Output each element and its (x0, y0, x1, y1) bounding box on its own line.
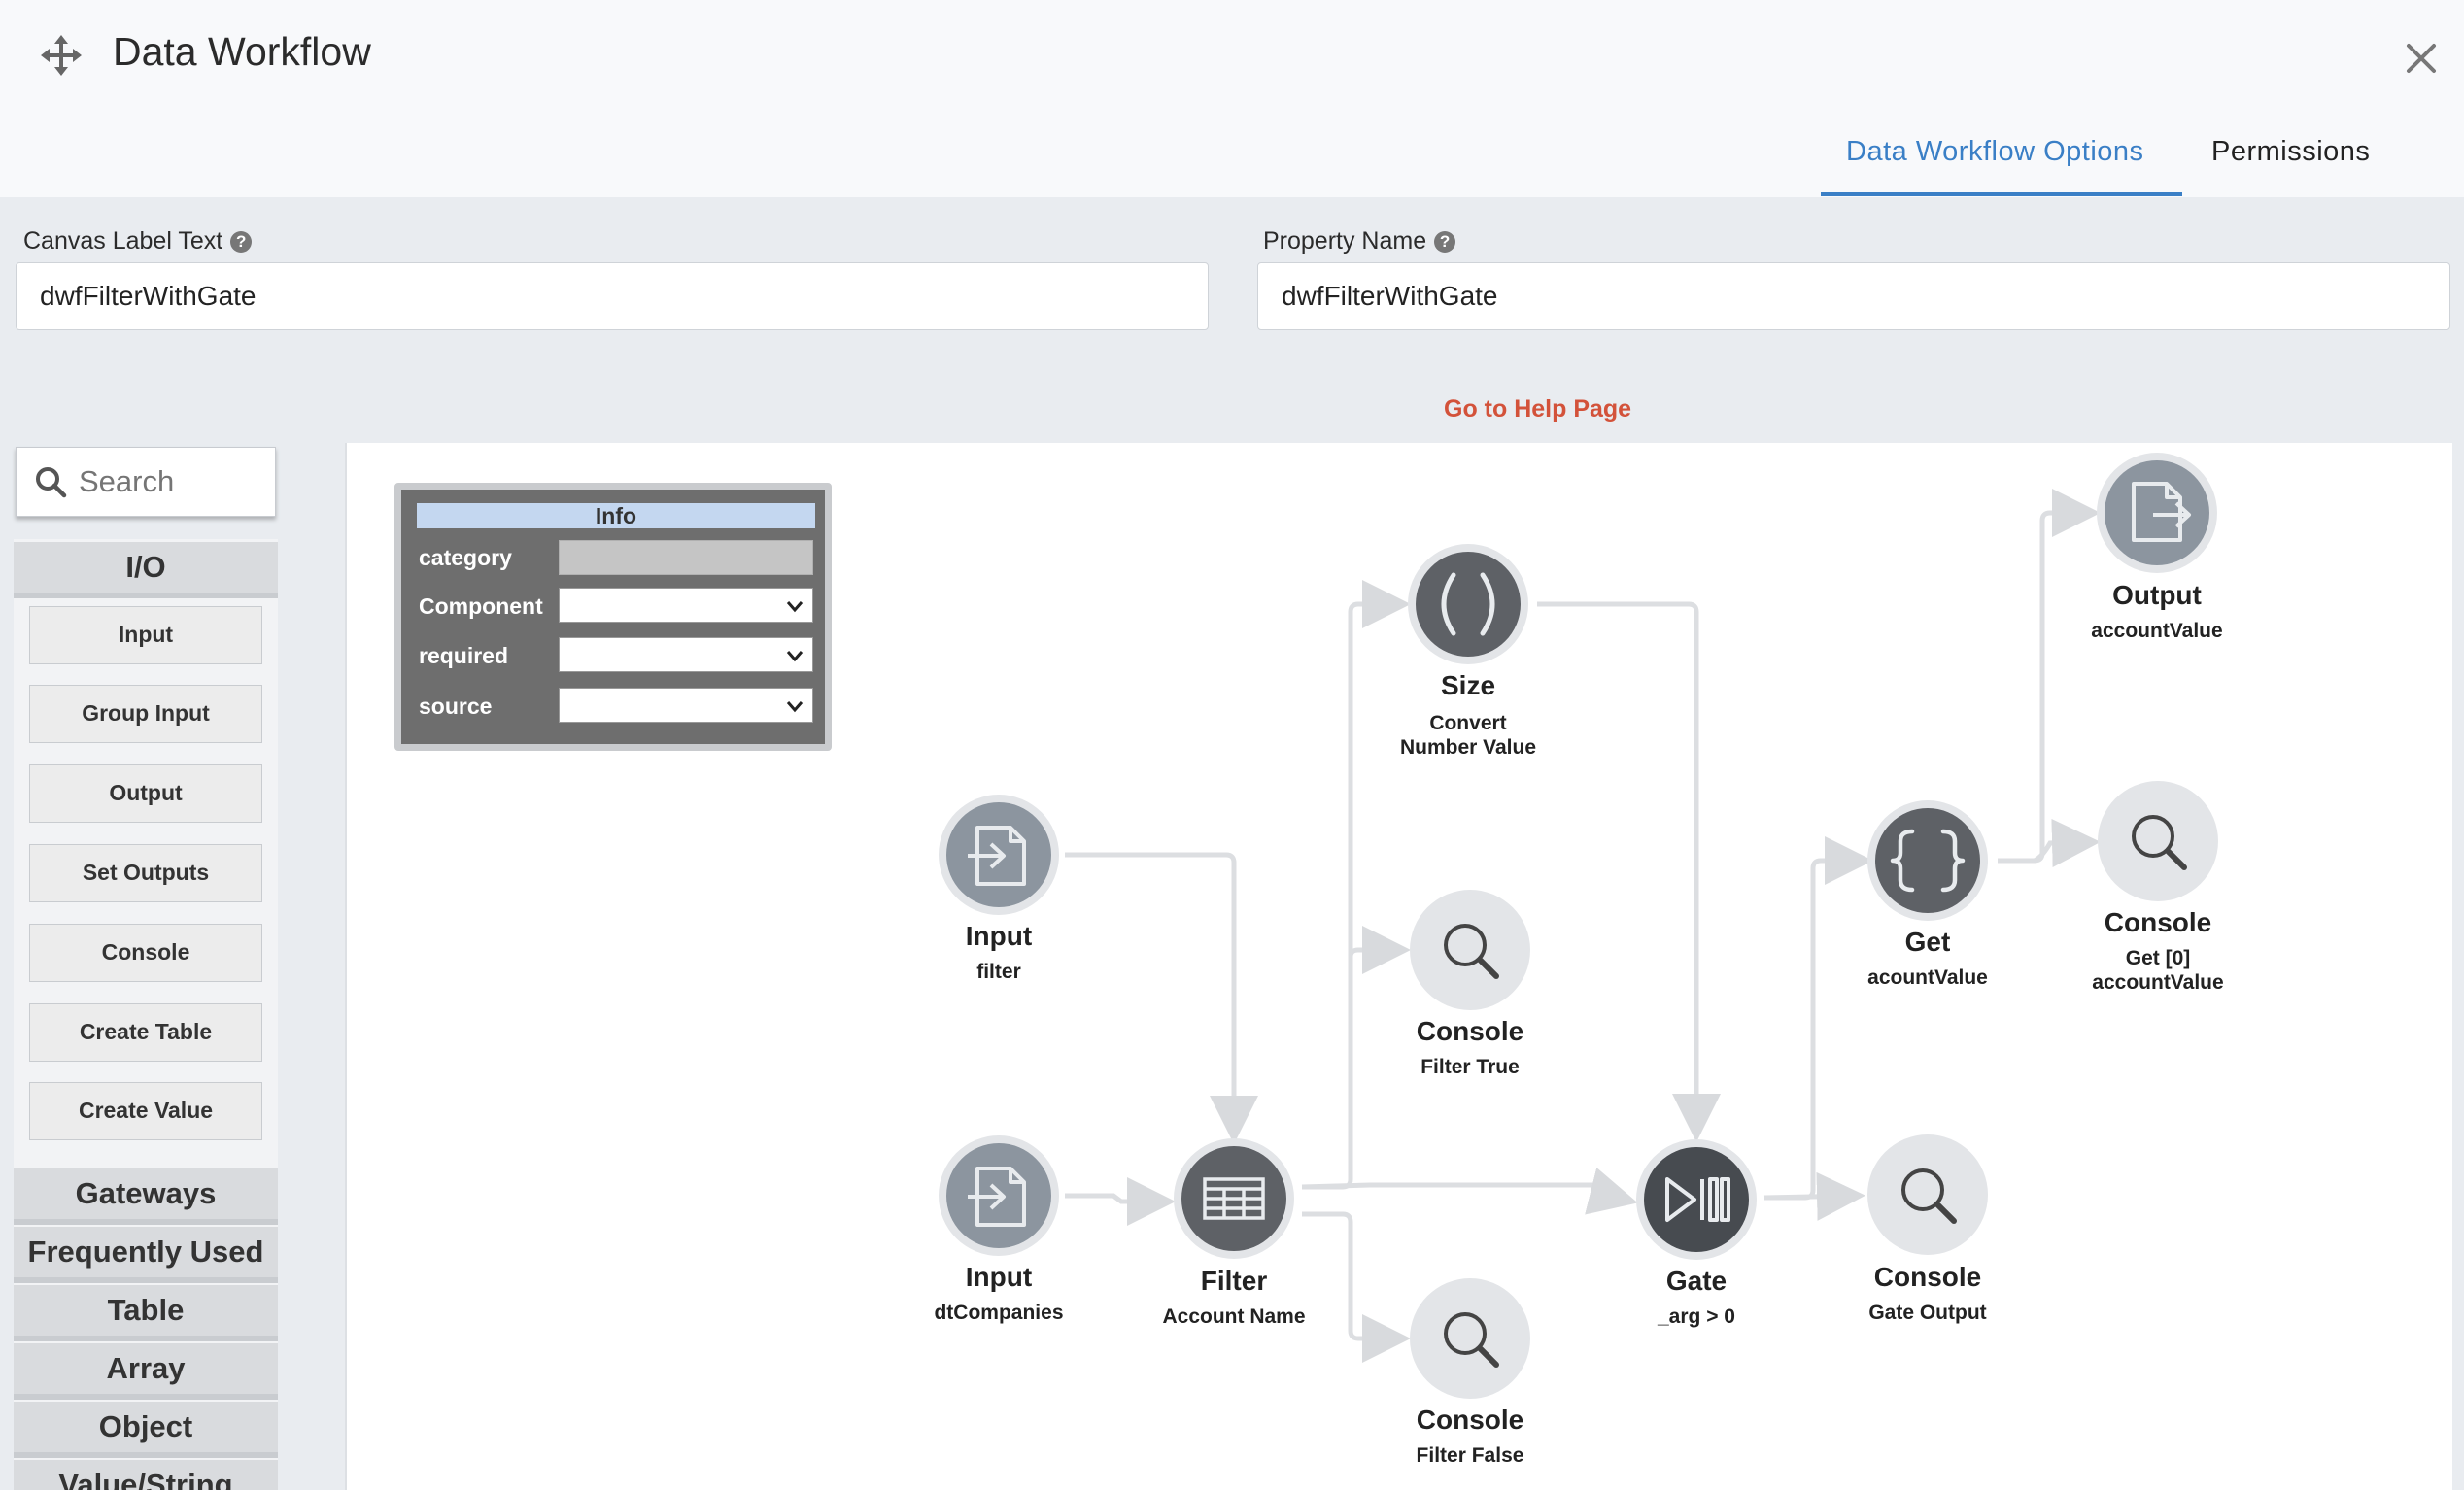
tab-data-workflow-options[interactable]: Data Workflow Options (1846, 136, 2144, 168)
node-subtitle: Filter True (1420, 1056, 1520, 1078)
chevron-down-icon (786, 651, 804, 662)
node-type: Console (1873, 1262, 1982, 1292)
info-panel-title: Info (417, 503, 815, 528)
node-console-gate-output-label[interactable]: Console Gate Output (1821, 1262, 2035, 1325)
node-subtitle: Get [0] (2125, 947, 2191, 969)
node-subtitle: Gate Output (1868, 1302, 1987, 1324)
node-subtitle: Convert (1429, 712, 1507, 734)
palette-item-create-table[interactable]: Create Table (29, 1003, 262, 1062)
info-key-required: required (419, 643, 509, 668)
group-table[interactable]: Table (14, 1285, 278, 1341)
dialog-title: Data Workflow (113, 29, 371, 74)
node-input-filter-label[interactable]: Input filter (902, 921, 1096, 984)
node-type: Console (1416, 1405, 1524, 1435)
palette-item-console[interactable]: Console (29, 924, 262, 982)
property-name-input[interactable] (1257, 262, 2450, 330)
group-io[interactable]: I/O (14, 542, 278, 598)
node-subtitle: accountValue (2091, 620, 2223, 642)
node-gate-label[interactable]: Gate _arg > 0 (1599, 1266, 1794, 1329)
palette-item-input[interactable]: Input (29, 606, 262, 664)
node-type: Input (965, 921, 1033, 951)
node-subtitle: accountValue (2092, 971, 2224, 994)
active-tab-indicator (1821, 192, 2182, 196)
node-console-filter-true-label[interactable]: Console Filter True (1363, 1016, 1577, 1079)
group-gateways[interactable]: Gateways (14, 1168, 278, 1225)
palette-item-group-input[interactable]: Group Input (29, 685, 262, 743)
palette-item-create-value[interactable]: Create Value (29, 1082, 262, 1140)
node-get-label[interactable]: Get acountValue (1831, 927, 2025, 990)
info-component-select[interactable] (559, 588, 813, 623)
palette-search[interactable] (16, 447, 276, 517)
node-subtitle: acountValue (1867, 966, 1988, 989)
node-type: Get (1904, 927, 1951, 957)
component-palette: I/O Input Group Input Output Set Outputs… (14, 539, 278, 1490)
group-value-string[interactable]: Value/String (14, 1460, 278, 1490)
node-size-label[interactable]: Size Convert Number Value (1361, 670, 1575, 760)
palette-item-output[interactable]: Output (29, 764, 262, 823)
node-subtitle: filter (976, 961, 1021, 983)
search-input[interactable] (77, 463, 265, 500)
node-type: Filter (1200, 1266, 1268, 1296)
node-console-filter-false-label[interactable]: Console Filter False (1363, 1405, 1577, 1468)
info-category-field[interactable] (559, 540, 813, 575)
canvas-label-text-input[interactable] (16, 262, 1209, 330)
group-array[interactable]: Array (14, 1343, 278, 1400)
node-type: Gate (1665, 1266, 1728, 1296)
node-output-label[interactable]: Output accountValue (2050, 580, 2264, 643)
node-type: Output (2112, 580, 2202, 610)
node-subtitle: Account Name (1162, 1305, 1306, 1328)
canvas-label-text-label: Canvas Label Text ? (23, 227, 253, 255)
close-icon[interactable] (2404, 41, 2439, 76)
chevron-down-icon (786, 701, 804, 713)
node-type: Size (1440, 670, 1496, 700)
node-console-get-label[interactable]: Console Get [0] accountValue (2051, 907, 2265, 995)
node-subtitle: _arg > 0 (1658, 1305, 1735, 1328)
group-frequently-used[interactable]: Frequently Used (14, 1227, 278, 1283)
info-panel: Info category Component required source (394, 483, 832, 751)
group-object[interactable]: Object (14, 1402, 278, 1458)
palette-item-set-outputs[interactable]: Set Outputs (29, 844, 262, 902)
node-type: Console (1416, 1016, 1524, 1046)
info-key-category: category (419, 545, 512, 570)
search-icon (36, 467, 67, 498)
node-subtitle: Filter False (1416, 1444, 1524, 1467)
property-name-label: Property Name ? (1263, 227, 1456, 255)
node-subtitle: Number Value (1399, 736, 1537, 759)
info-source-select[interactable] (559, 688, 813, 723)
help-icon[interactable]: ? (1434, 230, 1456, 253)
move-icon[interactable] (39, 33, 84, 78)
canvas-label-text-caption: Canvas Label Text (23, 227, 223, 254)
help-icon[interactable]: ? (230, 230, 253, 253)
help-page-link[interactable]: Go to Help Page (1444, 395, 1631, 423)
node-input-dtcompanies-label[interactable]: Input dtCompanies (902, 1262, 1096, 1325)
node-subtitle: dtCompanies (934, 1302, 1064, 1324)
node-type: Input (965, 1262, 1033, 1292)
info-key-source: source (419, 694, 493, 719)
property-name-caption: Property Name (1263, 227, 1427, 254)
tab-permissions[interactable]: Permissions (2211, 136, 2370, 168)
info-required-select[interactable] (559, 637, 813, 672)
info-key-component: Component (419, 593, 543, 619)
chevron-down-icon (786, 601, 804, 613)
node-type: Console (2104, 907, 2212, 937)
node-filter-label[interactable]: Filter Account Name (1117, 1266, 1351, 1329)
